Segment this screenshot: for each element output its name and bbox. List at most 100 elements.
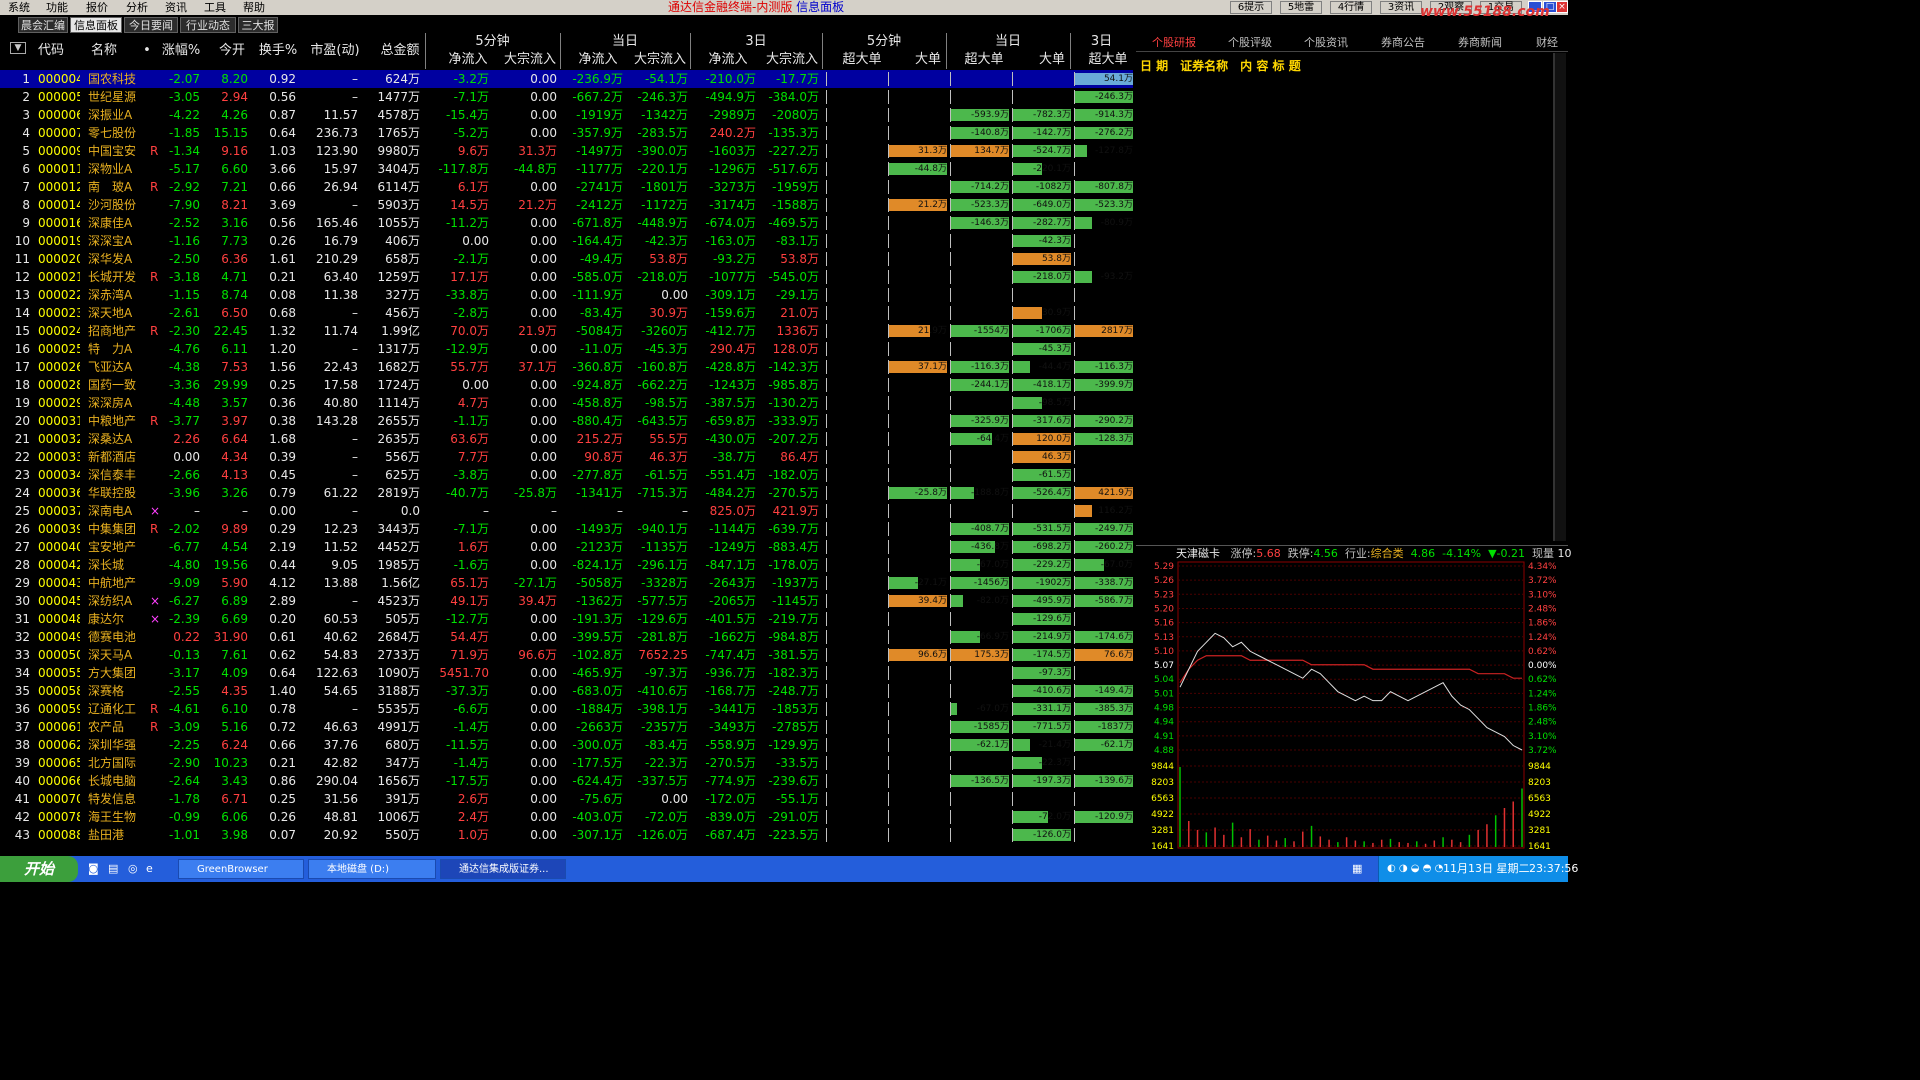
menu-tools[interactable]: 工具 [204, 1, 226, 14]
table-row[interactable]: 7 000012 南 玻A R -2.92 7.21 0.66 26.94 6114万 6.1万 0… [0, 178, 1133, 196]
menu-quote[interactable]: 报价 [86, 1, 108, 14]
table-row[interactable]: 9 000016 深康佳A -2.52 3.16 0.56 165.46 1055万 -11.2… [0, 214, 1133, 232]
table-row[interactable]: 43 000088 盐田港 -1.01 3.98 0.07 20.92 550万 1.0万 0.0… [0, 826, 1133, 844]
table-row[interactable]: 25 000037 深南电A × – –0.00–0.0– – – –825.0万 421.9万 1… [0, 502, 1133, 520]
menu-system[interactable]: 系统 [8, 1, 30, 14]
table-row[interactable]: 2 000005 世纪星源 -3.05 2.94 0.56 – 1477万 -7.1万 0.00 -… [0, 88, 1133, 106]
mine-button[interactable]: 5地雷 [1280, 1, 1322, 14]
tip-button[interactable]: 6提示 [1230, 1, 1272, 14]
table-row[interactable]: 6 000011 深物业A -5.17 6.60 3.66 15.97 3404万 -117.8… [0, 160, 1133, 178]
bar-axis [1074, 792, 1075, 806]
table-row[interactable]: 36 000059 辽通化工 R -4.61 6.10 0.78–5535万 -6.6万 0.0… [0, 700, 1133, 718]
col-day-super[interactable]: 超大单 [962, 51, 1006, 69]
news-tab-broker-news[interactable]: 券商新闻 [1458, 34, 1502, 52]
table-row[interactable]: 17 000026 飞亚达A -4.38 7.53 1.56 22.43 1682万 55.7万… [0, 358, 1133, 376]
table-row[interactable]: 34 000055 方大集团 -3.17 4.09 0.64 122.63 1090万 5451… [0, 664, 1133, 682]
table-row[interactable]: 38 000062 深圳华强 -2.25 6.24 0.66 37.76 680万 -11.5万… [0, 736, 1133, 754]
table-row[interactable]: 40 000066 长城电脑 -2.64 3.43 0.86 290.04 1656万 -17.… [0, 772, 1133, 790]
col-5m-large[interactable]: 大单 [912, 51, 944, 69]
table-row[interactable]: 23 000034 深信泰丰 -2.66 4.13 0.45 – 625万 -3.8万 0.00 -… [0, 466, 1133, 484]
turnover: 0.25 [269, 378, 296, 392]
flow-bar-label: 21.2万 [917, 200, 947, 210]
table-row[interactable]: 14 000023 深天地A -2.61 6.50 0.68 – 456万 -2.8万 0.00 -… [0, 304, 1133, 322]
turnover: 0.38 [269, 414, 296, 428]
table-row[interactable]: 30 000045 深纺织A × -6.27 6.89 2.89–4523万 49.1万 39.… [0, 592, 1133, 610]
col-5m-net[interactable]: 净流入 [443, 51, 493, 69]
table-row[interactable]: 8 000014 沙河股份 -7.90 8.21 3.69 – 5903万 14.5万 21.2万… [0, 196, 1133, 214]
col-day-large[interactable]: 大单 [1036, 51, 1068, 69]
menu-function[interactable]: 功能 [46, 1, 68, 14]
table-row[interactable]: 12 000021 长城开发 R -3.18 4.71 0.21 63.40 1259万 17.1… [0, 268, 1133, 286]
news-list[interactable] [1136, 53, 1554, 541]
col-5m-super[interactable]: 超大单 [840, 51, 884, 69]
taskbar-disk-d[interactable]: 本地磁盘 (D:) [308, 859, 436, 879]
stock-name: 盐田港 [88, 828, 125, 842]
block-3d: -130.2万 [768, 396, 819, 410]
col-5m-block[interactable]: 大宗流入 [500, 51, 560, 69]
browser-icon[interactable]: ◎ [128, 862, 138, 875]
tray-icons[interactable]: ◐ ◑ ◒ ◓ ◔ [1387, 856, 1443, 882]
tab-info-panel[interactable]: 信息面板 [70, 17, 122, 33]
table-row[interactable]: 21 000032 深桑达A 2.26 6.64 1.68 – 2635万 63.6万 0.00 2… [0, 430, 1133, 448]
col-day-net[interactable]: 净流入 [573, 51, 623, 69]
table-row[interactable]: 32 000049 德赛电池 0.22 31.90 0.61 40.62 2684万 54.4万… [0, 628, 1133, 646]
table-row[interactable]: 24 000036 华联控股 -3.96 3.26 0.79 61.22 2819万 -40.7… [0, 484, 1133, 502]
tab-industry[interactable]: 行业动态 [180, 17, 236, 33]
keyboard-icon[interactable]: ▦ [1352, 862, 1362, 875]
table-row[interactable]: 5 000009 中国宝安 R -1.34 9.16 1.03 123.90 9980万 9.6万… [0, 142, 1133, 160]
taskbar-greenbrowser[interactable]: GreenBrowser [178, 859, 304, 879]
table-row[interactable]: 15 000024 招商地产 R -2.30 22.45 1.32 11.74 1.99亿 70.… [0, 322, 1133, 340]
start-button[interactable]: 开始 [0, 856, 78, 882]
table-row[interactable]: 41 000070 特发信息 -1.78 6.71 0.25 31.56 391万 2.6万 0.… [0, 790, 1133, 808]
col-day-block[interactable]: 大宗流入 [630, 51, 690, 69]
intraday-chart[interactable]: 天津磁卡 涨停:5.68 跌停:4.56 行业:综合类 4.86 -4.14% … [1136, 545, 1572, 850]
flow-bar-label: -44.4万 [1038, 362, 1071, 372]
change-pct: -2.50 [168, 252, 200, 266]
tab-morning-brief[interactable]: 晨会汇编 [18, 17, 68, 33]
quick-launch-icon[interactable]: ▤ [108, 862, 118, 875]
tab-three-papers[interactable]: 三大报 [238, 17, 278, 33]
news-tab-research[interactable]: 个股研报 [1152, 34, 1196, 52]
news-button[interactable]: 3资讯 [1380, 1, 1422, 14]
table-row[interactable]: 42 000078 海王生物 -0.99 6.06 0.26 48.81 1006万 2.4万 0… [0, 808, 1133, 826]
table-row[interactable]: 28 000042 深长城 -4.80 19.56 0.44 9.05 1985万 -1.6万 0… [0, 556, 1133, 574]
quick-launch-icon[interactable]: ◙ [88, 862, 99, 875]
table-row[interactable]: 10 000019 深深宝A -1.16 7.73 0.26 16.79 406万 0.00 0.… [0, 232, 1133, 250]
menu-help[interactable]: 帮助 [243, 1, 265, 14]
table-row[interactable]: 39 000065 北方国际 -2.90 10.23 0.21 42.82 347万 -1.4万… [0, 754, 1133, 772]
table-row[interactable]: 22 000033 新都酒店 0.00 4.34 0.39 – 556万 7.7万 0.00 90.… [0, 448, 1133, 466]
change-pct: -4.61 [168, 702, 200, 716]
table-row[interactable]: 33 000050 深天马A -0.13 7.61 0.62 54.83 2733万 71.9万… [0, 646, 1133, 664]
table-row[interactable]: 11 000020 深华发A -2.50 6.36 1.61 210.29 658万 -2.1万… [0, 250, 1133, 268]
table-row[interactable]: 19 000029 深深房A -4.48 3.57 0.36 40.80 1114万 4.7万 0… [0, 394, 1133, 412]
news-scrollbar[interactable] [1554, 53, 1566, 541]
ie-icon[interactable]: e [146, 862, 153, 875]
news-tab-broker-notice[interactable]: 券商公告 [1381, 34, 1425, 52]
close-icon[interactable]: × [1556, 1, 1568, 13]
table-row[interactable]: 35 000058 深赛格 -2.55 4.35 1.40 54.65 3188万 -37.3万… [0, 682, 1133, 700]
tab-daily-news[interactable]: 今日要闻 [124, 17, 178, 33]
table-row[interactable]: 29 000043 中航地产 -9.09 5.90 4.12 13.88 1.56亿 65.1万… [0, 574, 1133, 592]
table-row[interactable]: 31 000048 康达尔 × -2.39 6.69 0.20 60.53 505万 -12.7万… [0, 610, 1133, 628]
menu-analysis[interactable]: 分析 [126, 1, 148, 14]
col-3d-net[interactable]: 净流入 [703, 51, 753, 69]
table-row[interactable]: 26 000039 中集集团 R -2.02 9.89 0.29 12.23 3443万 -7.1… [0, 520, 1133, 538]
market-button[interactable]: 4行情 [1330, 1, 1372, 14]
news-tab-finance[interactable]: 财经 [1536, 34, 1558, 52]
col-3d-block[interactable]: 大宗流入 [762, 51, 822, 69]
taskbar-tdx[interactable]: 通达信集成版证券... [440, 859, 566, 879]
menu-info[interactable]: 资讯 [165, 1, 187, 14]
news-tab-info[interactable]: 个股资讯 [1304, 34, 1348, 52]
table-row[interactable]: 1 000004 国农科技 -2.07 8.20 0.92 – 624万 -3.2万 0.00 -2… [0, 70, 1133, 88]
table-row[interactable]: 18 000028 国药一致 -3.36 29.99 0.25 17.58 1724万 0.00… [0, 376, 1133, 394]
table-row[interactable]: 16 000025 特 力A -4.76 6.11 1.20 – 1317万 -12.9万 0.0… [0, 340, 1133, 358]
table-row[interactable]: 4 000007 零七股份 -1.85 15.15 0.64 236.73 1765万 -5.2… [0, 124, 1133, 142]
table-row[interactable]: 3 000006 深振业A -4.22 4.26 0.87 11.57 4578万 -15.4万… [0, 106, 1133, 124]
col-3d-super[interactable]: 超大单 [1086, 51, 1130, 69]
table-row[interactable]: 27 000040 宝安地产 -6.77 4.54 2.19 11.52 4452万 1.6万 0… [0, 538, 1133, 556]
news-tab-rating[interactable]: 个股评级 [1228, 34, 1272, 52]
table-row[interactable]: 37 000061 农产品 R -3.09 5.16 0.72 46.63 4991万 -1.4万… [0, 718, 1133, 736]
net-day: -75.6万 [579, 792, 623, 806]
table-row[interactable]: 13 000022 深赤湾A -1.15 8.74 0.08 11.38 327万 -33.8万… [0, 286, 1133, 304]
table-row[interactable]: 20 000031 中粮地产 R -3.77 3.97 0.38 143.28 2655万 -1.… [0, 412, 1133, 430]
